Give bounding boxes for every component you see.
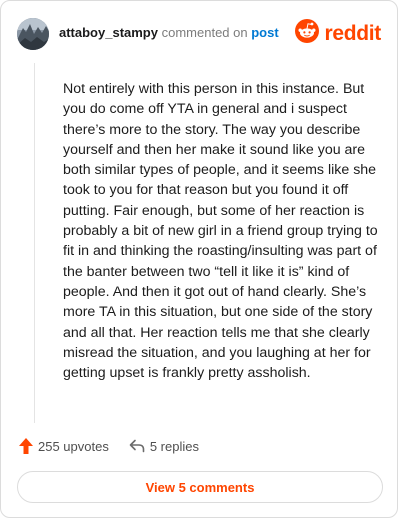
- reply-count: 5 replies: [149, 438, 199, 454]
- reply-button[interactable]: 5 replies: [129, 439, 199, 454]
- comment-header: attaboy_stampy commented on post reddit: [17, 17, 381, 51]
- comment-actions: 255 upvotes 5 replies: [19, 438, 199, 454]
- upvote-arrow-icon: [19, 438, 33, 454]
- view-comments-button[interactable]: View 5 comments: [17, 471, 383, 503]
- comment-card: attaboy_stampy commented on post reddit: [0, 0, 398, 518]
- comment-meta: attaboy_stampy commented on post: [59, 25, 279, 41]
- reddit-brand[interactable]: reddit: [295, 19, 381, 48]
- comment-text: Not entirely with this person in this in…: [63, 81, 378, 382]
- username-link[interactable]: attaboy_stampy: [59, 25, 158, 40]
- reddit-wordmark: reddit: [324, 21, 381, 45]
- avatar[interactable]: [17, 18, 49, 50]
- post-link[interactable]: post: [251, 25, 278, 40]
- upvote-count: 255 upvotes: [38, 438, 109, 454]
- commented-on-text: commented on: [161, 25, 248, 40]
- comment-body: Not entirely with this person in this in…: [63, 79, 383, 383]
- reddit-logo-icon: [295, 19, 320, 48]
- reply-arrow-icon: [129, 439, 145, 453]
- upvote-button[interactable]: 255 upvotes: [19, 438, 109, 454]
- thread-line: [34, 63, 35, 423]
